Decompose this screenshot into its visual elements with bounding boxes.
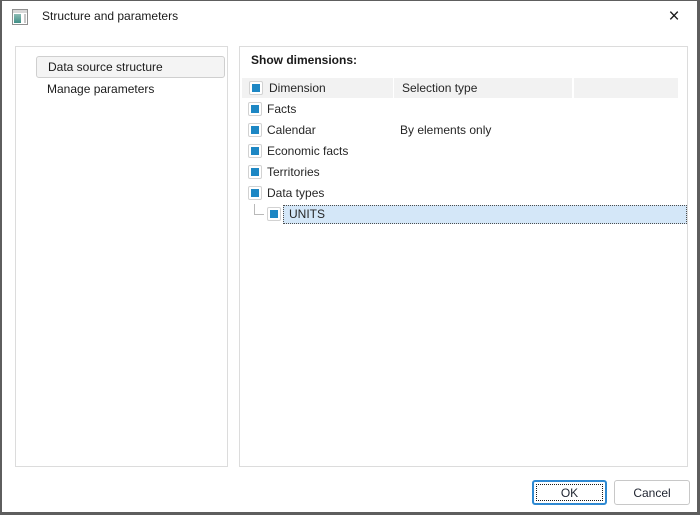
checkbox-icon[interactable] <box>248 123 262 137</box>
app-window-icon <box>12 9 28 25</box>
column-header-empty <box>574 78 678 98</box>
titlebar: Structure and parameters × <box>2 1 697 32</box>
sidebar-item-data-source-structure[interactable]: Data source structure <box>36 56 225 78</box>
selection-type-label: By elements only <box>400 120 491 141</box>
column-header-dimension: Dimension <box>242 78 393 98</box>
column-header-label: Dimension <box>269 78 326 98</box>
dimensions-table-body: Facts Calendar By elements only Economic… <box>242 99 687 225</box>
dimension-row-units[interactable]: UNITS <box>242 204 687 225</box>
sidebar-item-manage-parameters[interactable]: Manage parameters <box>36 79 225 101</box>
checkbox-icon[interactable] <box>267 207 281 221</box>
structure-and-parameters-dialog: Structure and parameters × Data source s… <box>0 0 700 515</box>
tree-branch-icon <box>254 204 264 215</box>
sidebar: Data source structure Manage parameters <box>15 46 228 467</box>
dimension-row-economic-facts[interactable]: Economic facts <box>242 141 687 162</box>
show-dimensions-heading: Show dimensions: <box>251 53 357 67</box>
close-icon: × <box>651 2 697 31</box>
dimension-row-territories[interactable]: Territories <box>242 162 687 183</box>
column-header-selection-type: Selection type <box>394 78 572 98</box>
dimension-row-facts[interactable]: Facts <box>242 99 687 120</box>
checkbox-icon[interactable] <box>248 186 262 200</box>
checkbox-icon[interactable] <box>248 144 262 158</box>
dimension-label: Facts <box>267 99 296 120</box>
checkbox-icon[interactable] <box>248 165 262 179</box>
dimension-label: Territories <box>267 162 320 183</box>
dimensions-table-header: Dimension Selection type <box>242 78 678 98</box>
sidebar-item-label: Data source structure <box>48 60 163 74</box>
column-header-label: Selection type <box>402 78 477 98</box>
dimension-label: Data types <box>267 183 324 204</box>
checkbox-icon[interactable] <box>248 102 262 116</box>
window-title: Structure and parameters <box>42 1 178 32</box>
dimension-row-calendar[interactable]: Calendar By elements only <box>242 120 687 141</box>
dimension-row-data-types[interactable]: Data types <box>242 183 687 204</box>
main-panel: Show dimensions: Dimension Selection typ… <box>239 46 688 467</box>
dimension-label: UNITS <box>289 204 325 225</box>
close-button[interactable]: × <box>651 1 697 32</box>
dimension-label: Economic facts <box>267 141 348 162</box>
select-all-checkbox-icon[interactable] <box>249 81 263 95</box>
ok-button[interactable]: OK <box>532 480 607 505</box>
cancel-button[interactable]: Cancel <box>614 480 690 505</box>
dimension-label: Calendar <box>267 120 316 141</box>
sidebar-item-label: Manage parameters <box>47 82 154 96</box>
selected-row-highlight <box>283 205 687 224</box>
